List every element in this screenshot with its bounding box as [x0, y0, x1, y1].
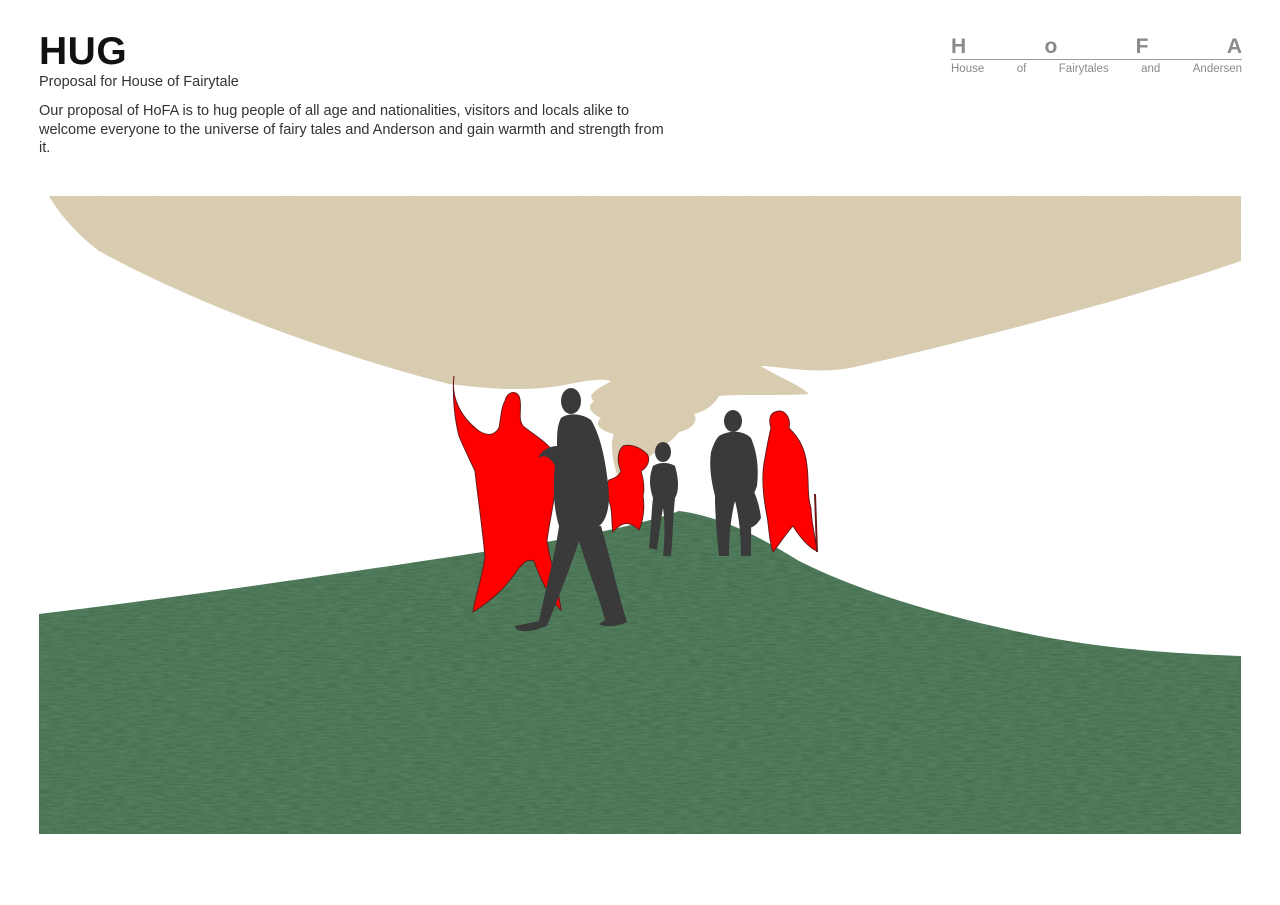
logo-word: Fairytales	[1058, 63, 1109, 75]
logo-letters: H o F A	[951, 36, 1242, 60]
illustration-svg	[39, 196, 1241, 834]
logo-word: House	[951, 63, 985, 75]
grass-field	[39, 511, 1241, 834]
logo-word: of	[1016, 63, 1027, 75]
page-title: HUG	[39, 30, 128, 73]
page-subtitle: Proposal for House of Fairytale	[39, 74, 239, 90]
proposal-description: Our proposal of HoFA is to hug people of…	[39, 103, 664, 156]
logo-letter: o	[1044, 35, 1058, 58]
logo-word: Andersen	[1192, 63, 1242, 75]
red-figure-with-cane	[762, 410, 818, 554]
hug-illustration	[39, 196, 1241, 834]
canopy-shape	[49, 196, 1241, 481]
logo-letter: A	[1226, 35, 1242, 58]
logo-word: and	[1141, 63, 1161, 75]
logo-words: House of Fairytales and Andersen	[951, 62, 1242, 76]
logo-letter: H	[951, 35, 967, 58]
logo-letter: F	[1135, 35, 1149, 58]
hofa-logo: H o F A House of Fairytales and Andersen	[951, 36, 1242, 76]
red-figure-small	[606, 444, 650, 534]
